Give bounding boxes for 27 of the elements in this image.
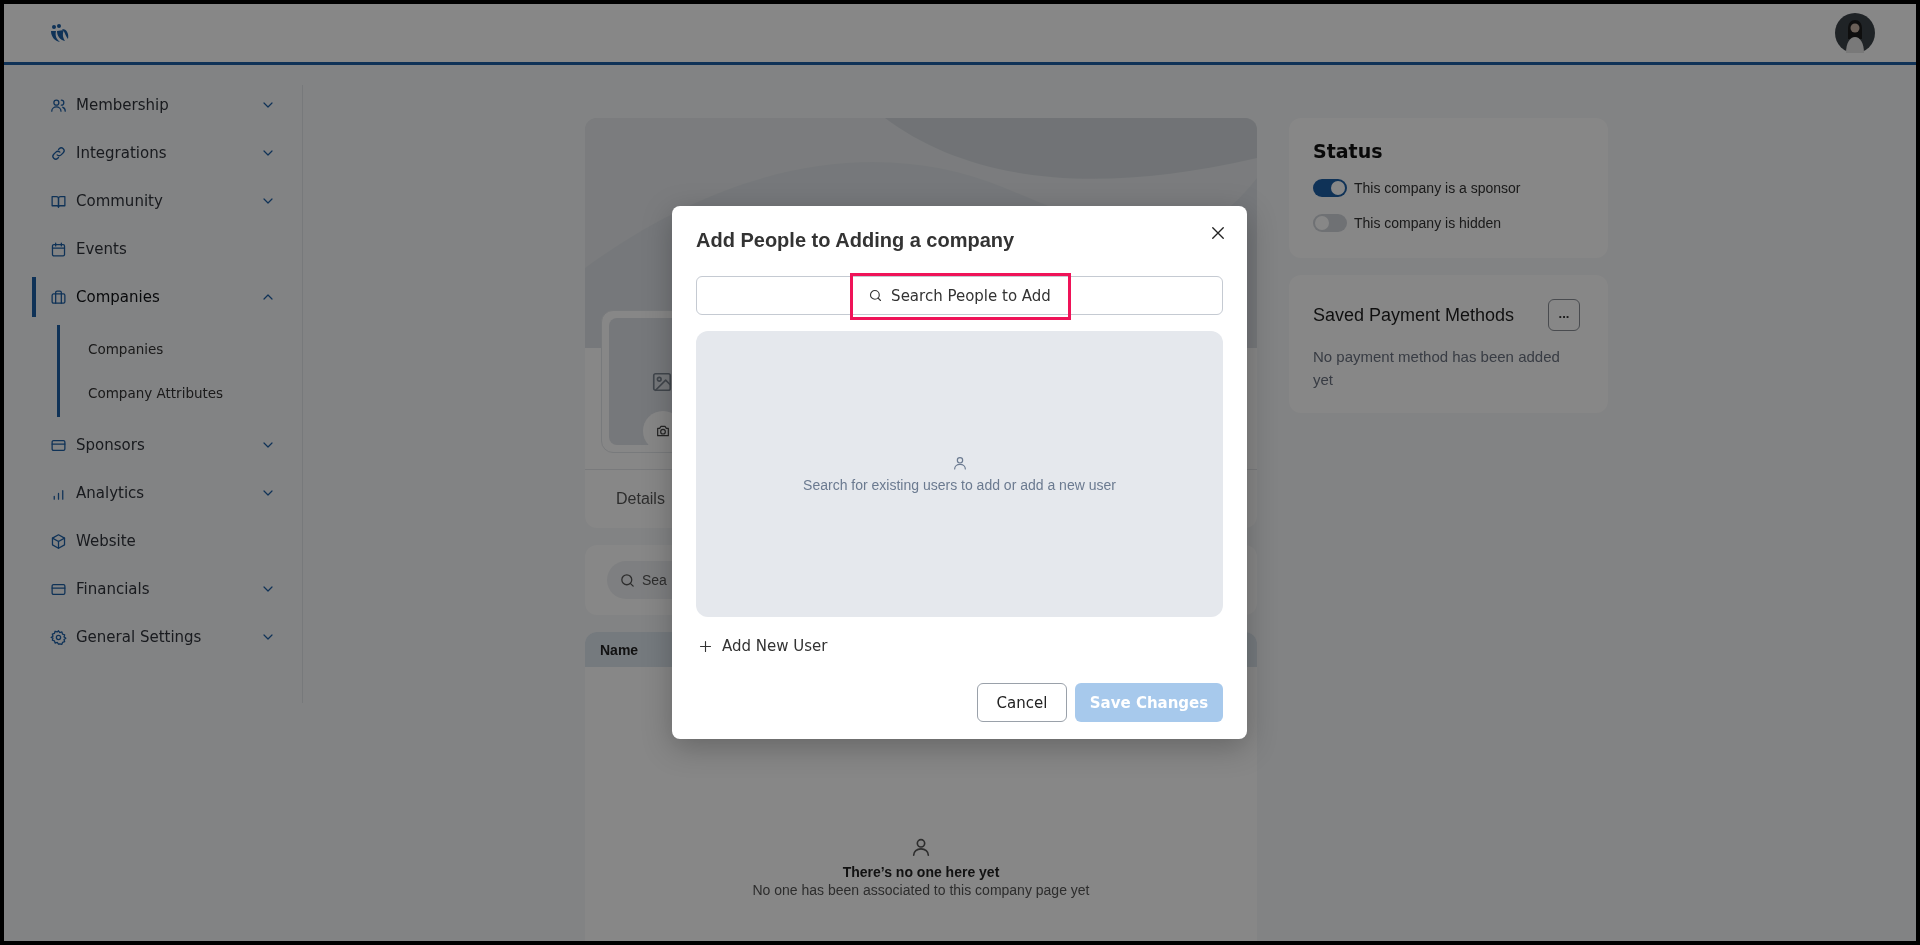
empty-message: Search for existing users to add or add a new user [803, 477, 1116, 493]
sidebar-subitem[interactable]: Company Attributes [60, 373, 224, 413]
sidebar-item[interactable]: Community [32, 181, 276, 221]
sidebar-item[interactable]: General Settings [32, 617, 276, 657]
add-user-button[interactable]: Add New User [696, 634, 828, 658]
sidebar-subitem[interactable]: Companies [60, 329, 164, 369]
sidebar-item[interactable]: Companies [32, 277, 276, 317]
cancel-button[interactable]: Cancel [977, 683, 1067, 722]
sidebar-item[interactable]: Analytics [32, 473, 276, 513]
more-button[interactable]: ... [1548, 299, 1580, 331]
card-title: Status [1313, 140, 1384, 162]
toggle-label: This company is a sponsor [1354, 180, 1521, 196]
tab[interactable]: Details [616, 490, 665, 508]
sidebar-item[interactable]: Membership [32, 85, 276, 125]
toggle-label: This company is hidden [1354, 215, 1502, 231]
sidebar-item[interactable]: Sponsors [32, 425, 276, 465]
sidebar-item[interactable]: Website [32, 521, 276, 561]
dialog-title: Add People to Adding a company [696, 228, 1015, 253]
sidebar-item[interactable]: Events [32, 229, 276, 269]
empty-message: No one has been associated to this company page yet [752, 882, 1090, 898]
sidebar-item[interactable]: Financials [32, 569, 276, 609]
search-field[interactable]: Search People to Add [696, 276, 1223, 315]
sidebar-item[interactable]: Integrations [32, 133, 276, 173]
empty-message: No payment method has been added yet [1313, 347, 1561, 390]
empty-title: There’s no one here yet [842, 864, 1000, 880]
card-title: Saved Payment Methods [1313, 304, 1515, 326]
column-header: Name [600, 641, 639, 658]
